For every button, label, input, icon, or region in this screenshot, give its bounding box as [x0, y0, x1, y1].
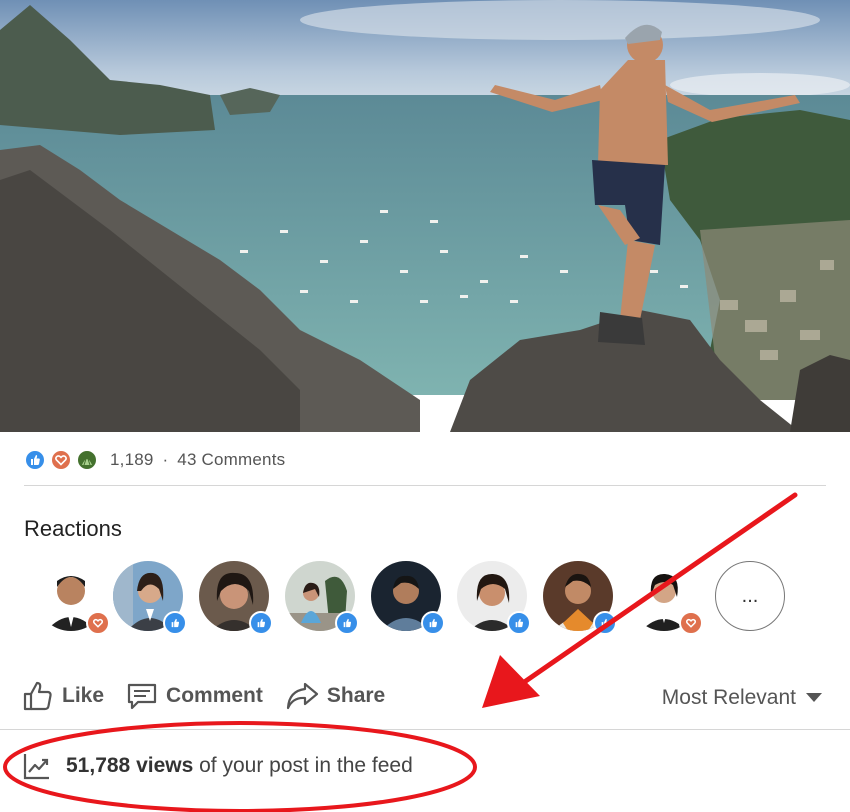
- post-photo-illustration: [0, 0, 850, 432]
- love-icon: [86, 611, 110, 635]
- reactor-avatar[interactable]: [199, 561, 273, 635]
- post-views[interactable]: 51,788 views of your post in the feed: [22, 751, 413, 781]
- comment-count[interactable]: 43 Comments: [177, 450, 285, 469]
- thumbs-up-icon: [23, 681, 52, 711]
- like-icon: [24, 449, 46, 471]
- reactor-avatar[interactable]: [113, 561, 187, 635]
- insightful-icon: [76, 449, 98, 471]
- reactor-avatar[interactable]: [371, 561, 445, 635]
- share-button[interactable]: Share: [285, 680, 385, 712]
- caret-down-icon: [806, 693, 822, 702]
- social-counts[interactable]: 1,189 · 43 Comments: [24, 446, 285, 474]
- like-icon: [335, 611, 359, 635]
- sort-dropdown[interactable]: Most Relevant: [662, 686, 822, 710]
- comment-button[interactable]: Comment: [126, 680, 263, 712]
- post-actions: Like Comment Share: [22, 676, 407, 716]
- like-icon: [249, 611, 273, 635]
- sort-label: Most Relevant: [661, 686, 796, 709]
- reactions-title: Reactions: [24, 516, 122, 541]
- love-icon: [679, 611, 703, 635]
- post-photo[interactable]: [0, 0, 850, 432]
- views-suffix: of your post in the feed: [199, 754, 413, 777]
- like-icon: [593, 611, 617, 635]
- reactor-avatar[interactable]: [457, 561, 531, 635]
- divider: [24, 485, 826, 486]
- views-count: 51,788 views: [66, 754, 194, 777]
- like-icon: [507, 611, 531, 635]
- reactor-avatar[interactable]: [285, 561, 359, 635]
- like-label: Like: [62, 684, 105, 707]
- love-icon: [50, 449, 72, 471]
- separator-dot: ·: [162, 450, 169, 469]
- like-icon: [421, 611, 445, 635]
- like-icon: [163, 611, 187, 635]
- divider: [0, 729, 850, 730]
- comment-label: Comment: [166, 684, 263, 707]
- reactor-avatar[interactable]: [36, 561, 110, 635]
- share-label: Share: [326, 684, 386, 707]
- share-icon: [286, 682, 318, 710]
- like-button[interactable]: Like: [22, 680, 104, 712]
- reaction-count[interactable]: 1,189: [110, 450, 154, 469]
- reactor-avatar[interactable]: [543, 561, 617, 635]
- reactor-avatar[interactable]: [629, 561, 703, 635]
- more-reactions-button[interactable]: ...: [715, 561, 785, 631]
- comment-icon: [127, 683, 157, 710]
- analytics-icon: [23, 754, 49, 780]
